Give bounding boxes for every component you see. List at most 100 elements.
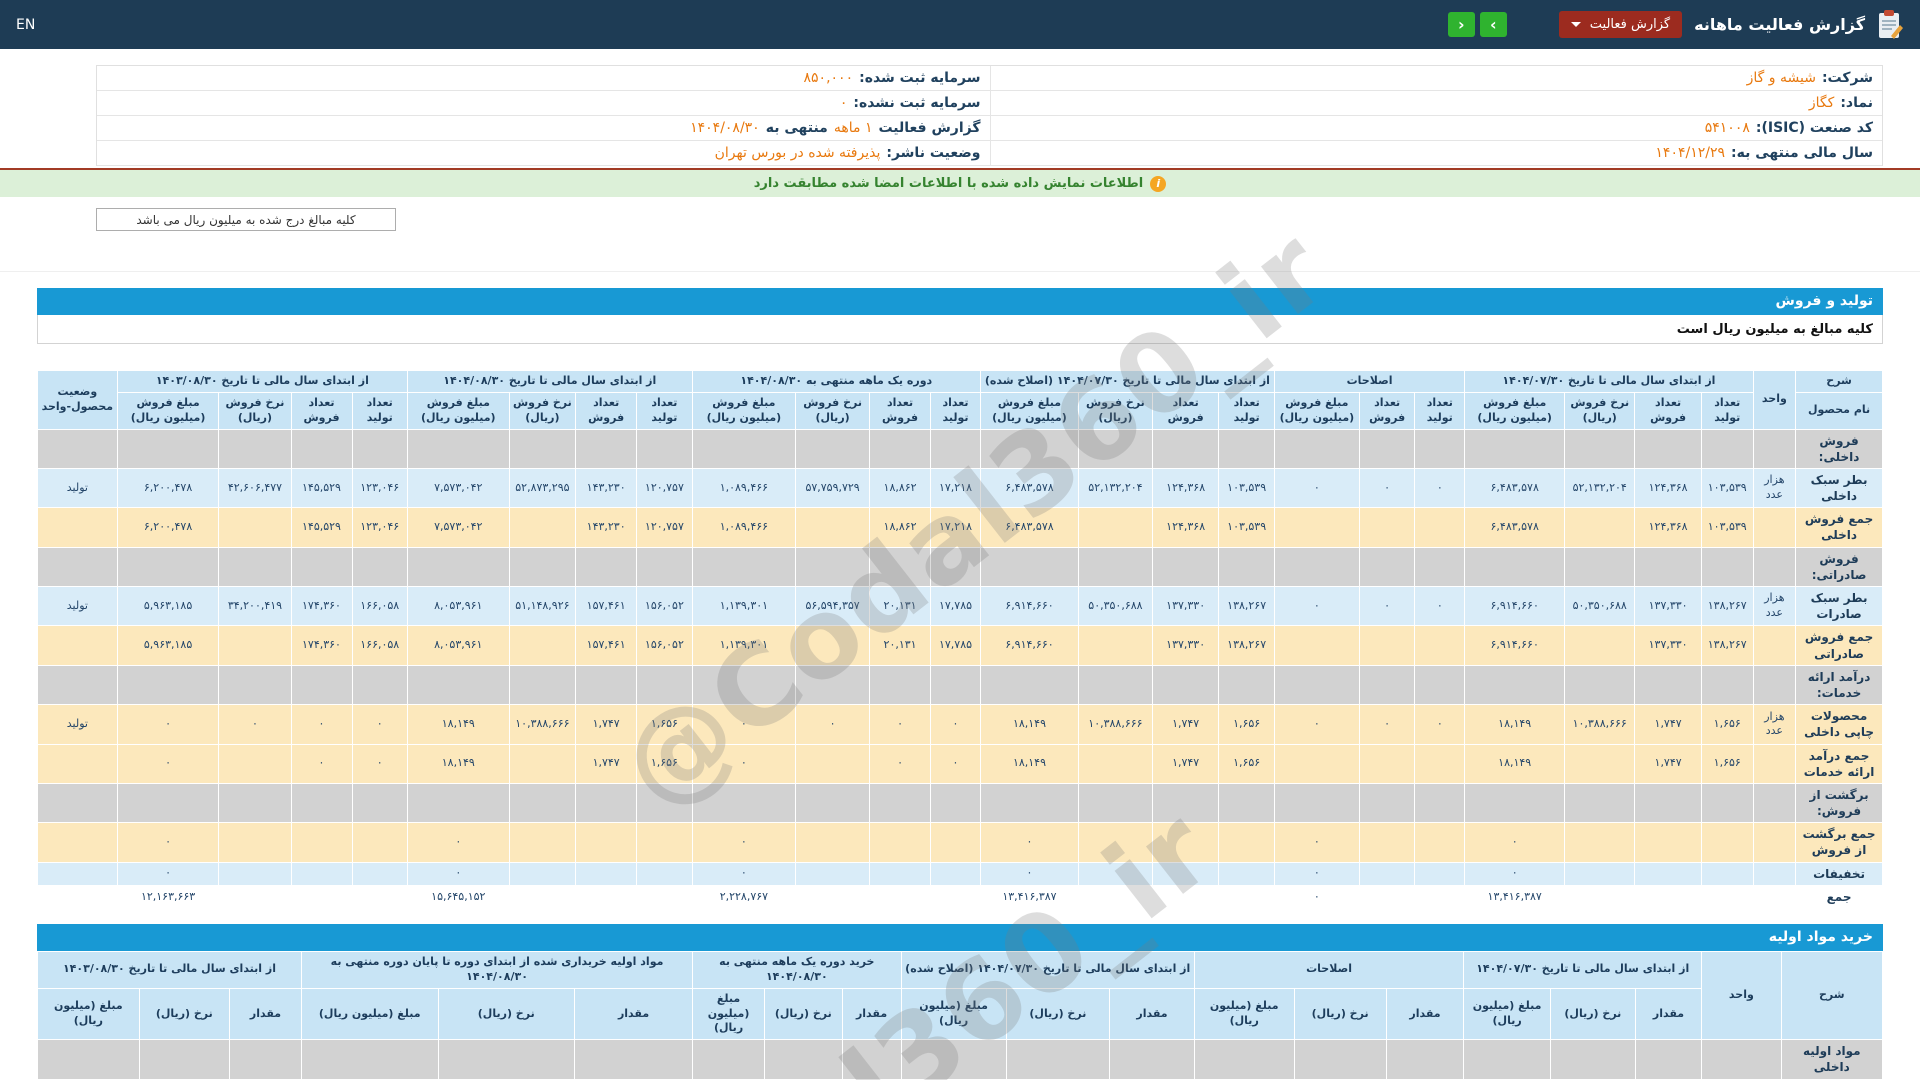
value-cell (930, 428, 981, 469)
info-cell: سال مالی منتهی به: ۱۴۰۴/۱۲/۲۹ (989, 141, 1883, 165)
value-cell: ۱۳۷,۳۳۰ (1634, 586, 1702, 627)
value-cell (1564, 861, 1636, 886)
column-header: مقدار (574, 987, 694, 1041)
value-cell: ۰ (1464, 861, 1566, 886)
value-cell (1564, 743, 1636, 784)
row-label: جمع برگشت از فروش (1795, 822, 1883, 863)
value-cell (979, 546, 1079, 588)
value-cell (1358, 625, 1416, 666)
value-cell (636, 861, 693, 886)
value-cell (218, 625, 292, 666)
unit-cell (1752, 884, 1797, 910)
value-cell: ۱۲,۱۶۳,۶۶۳ (116, 884, 220, 910)
value-cell (1005, 1039, 1111, 1080)
value-cell: ۴۲,۶۰۶,۴۷۷ (218, 467, 292, 509)
table-section-row: برگشت از فروش: (37, 782, 1883, 824)
value-cell: ۱,۶۵۶ (1218, 743, 1275, 784)
column-header: نرخ (ریال) (1005, 987, 1111, 1041)
value-cell (1077, 428, 1153, 469)
column-header: نرخ فروش (ریال) (218, 391, 292, 430)
value-cell: ۲,۲۲۸,۷۶۷ (691, 884, 797, 910)
value-cell: ۰ (351, 743, 408, 784)
unit-cell: هزار عدد (1752, 704, 1797, 745)
main-content: تولید و فروش کلیه مبالغ به میلیون ریال ا… (37, 288, 1884, 1080)
value-cell: ۱۶۶,۰۵۸ (351, 586, 408, 627)
value-cell: ۱,۶۵۶ (636, 704, 693, 745)
value-cell: ۱,۶۵۶ (636, 743, 693, 784)
value-cell (900, 1039, 1007, 1080)
info-label: گزارش فعالیت (878, 120, 981, 136)
column-header: تعداد فروش (1634, 391, 1702, 430)
value-cell (218, 822, 292, 863)
value-cell (1077, 822, 1153, 863)
info-row: سال مالی منتهی به: ۱۴۰۴/۱۲/۲۹ وضعیت ناشر: پ… (97, 141, 1882, 166)
value-cell (1218, 546, 1275, 588)
value-cell (869, 782, 932, 824)
value-cell (351, 428, 408, 469)
value-cell (508, 884, 577, 910)
status-cell (37, 861, 118, 886)
value-cell: ۱,۰۸۹,۴۶۶ (691, 507, 797, 548)
value-cell: ۰ (116, 704, 220, 745)
value-cell (1077, 743, 1153, 784)
value-cell: ۱۰۳,۵۳۹ (1218, 467, 1275, 509)
value-cell: ۱۵۶,۰۵۲ (636, 586, 693, 627)
value-cell (138, 1039, 231, 1080)
prev-period-button[interactable]: ‹ (1447, 12, 1475, 37)
unit-cell (1752, 664, 1797, 706)
value-cell: ۰ (1273, 884, 1360, 910)
column-header: مبلغ فروش (میلیون ریال) (691, 391, 797, 430)
value-cell (218, 861, 292, 886)
value-cell: ۱۸,۱۴۹ (1464, 743, 1566, 784)
value-cell: ۰ (1273, 822, 1360, 863)
info-link[interactable]: کگاز (1809, 95, 1834, 111)
value-cell (508, 861, 577, 886)
value-cell: ۰ (691, 861, 797, 886)
value-cell: ۱۰۳,۵۳۹ (1700, 467, 1754, 509)
value-cell: ۰ (406, 822, 510, 863)
value-cell: ۱۳۸,۲۶۷ (1700, 586, 1754, 627)
value-cell (636, 782, 693, 824)
value-cell (351, 782, 408, 824)
value-cell: ۰ (930, 743, 981, 784)
value-cell (1634, 822, 1702, 863)
value-cell: ۱۰۳,۵۳۹ (1700, 507, 1754, 548)
column-header: تعداد تولید (351, 391, 408, 430)
value-cell: ۱,۷۴۷ (575, 743, 638, 784)
column-header-product-name: نام محصول (1795, 391, 1883, 430)
value-cell (1564, 884, 1636, 910)
language-toggle[interactable]: EN (16, 17, 35, 33)
column-group-header: از ابتدای سال مالی تا تاریخ ۱۴۰۳/۰۸/۳۰ (116, 370, 408, 393)
value-cell: ۰ (1273, 861, 1360, 886)
section-header-raw-materials: خرید مواد اولیه (37, 924, 1883, 952)
value-cell: ۱,۶۵۶ (1700, 704, 1754, 745)
next-period-button[interactable]: › (1479, 12, 1507, 37)
amounts-unit-subtitle: کلیه مبالغ به میلیون ریال است (37, 315, 1883, 344)
value-cell: ۵۲,۱۳۲,۲۰۴ (1077, 467, 1153, 509)
value-cell: ۱۷,۲۱۸ (930, 467, 981, 509)
value-cell (1273, 428, 1360, 469)
value-cell: ۰ (691, 822, 797, 863)
value-cell (290, 884, 353, 910)
value-cell (869, 861, 932, 886)
value-cell (930, 664, 981, 706)
value-cell (1273, 546, 1360, 588)
info-label: شرکت: (1821, 70, 1873, 86)
value-cell: ۷,۵۷۳,۰۴۲ (406, 507, 510, 548)
info-cell: سرمایه ثبت شده: ۸۵۰,۰۰۰ (97, 66, 990, 90)
value-cell: ۱۲۴,۳۶۸ (1151, 467, 1220, 509)
value-cell: ۲۰,۱۳۱ (869, 586, 932, 627)
info-label: سرمایه ثبت شده: (859, 70, 981, 86)
report-type-button[interactable]: گزارش فعالیت (1558, 11, 1683, 38)
value-cell: ۰ (1358, 704, 1416, 745)
value-cell: ۱۲۴,۳۶۸ (1634, 467, 1702, 509)
page-title: گزارش فعالیت ماهانه (1694, 15, 1865, 34)
column-group-header: از ابتدای سال مالی تا تاریخ ۱۴۰۴/۰۷/۳۰ (1463, 951, 1703, 989)
column-header: تعداد فروش (1151, 391, 1220, 430)
info-link[interactable]: شیشه و گاز (1747, 70, 1816, 86)
value-cell: ۱۰,۳۸۸,۶۶۶ (1564, 704, 1636, 745)
info-panel: شرکت: شیشه و گاز سرمایه ثبت شده: ۸۵۰,۰۰۰ نما… (96, 65, 1883, 166)
value-cell (575, 428, 638, 469)
top-navbar: گزارش فعالیت ماهانه گزارش فعالیت › ‹ EN (0, 0, 1920, 49)
info-row: شرکت: شیشه و گاز سرمایه ثبت شده: ۸۵۰,۰۰۰ (97, 66, 1882, 91)
